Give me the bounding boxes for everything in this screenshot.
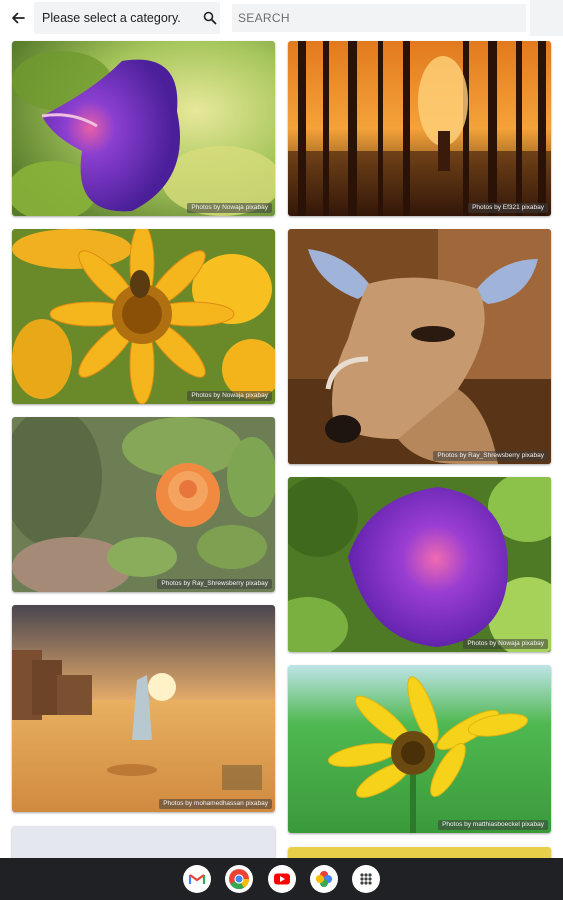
search-input[interactable] (232, 4, 526, 32)
photo-card[interactable]: Photos by Nowaja pixabay (12, 41, 275, 216)
back-arrow-icon[interactable] (8, 8, 28, 28)
photo-credit: Photos by mohamedhassan pixabay (159, 799, 272, 809)
gmail-icon[interactable] (183, 865, 211, 893)
morning-glory-image (12, 41, 275, 216)
category-label: Please select a category. (42, 11, 181, 25)
photo-card[interactable]: Photos by Ray_Shrewsberry pixabay (12, 417, 275, 592)
photo-credit: Photos by Ray_Shrewsberry pixabay (157, 579, 272, 589)
daisy-bee-image (12, 229, 275, 404)
corner-panel (530, 0, 563, 36)
sunflower-image (288, 665, 551, 833)
desert-image (12, 605, 275, 812)
photo-credit: Photos by Nowaja pixabay (187, 203, 272, 213)
photo-card[interactable]: Photos by Nowaja pixabay (288, 477, 551, 652)
category-selector[interactable]: Please select a category. (34, 2, 220, 34)
photo-card[interactable]: Photos by mohamedhassan pixabay (12, 605, 275, 812)
morning-glory-image (288, 477, 551, 652)
photo-card[interactable]: Photos by Ef321 pixabay (288, 41, 551, 216)
youtube-icon[interactable] (268, 865, 296, 893)
photo-card[interactable]: Photos by Ray_Shrewsberry pixabay (288, 229, 551, 464)
app-launcher-icon[interactable] (352, 865, 380, 893)
photo-credit: Photos by matthiasboeckel pixabay (438, 820, 548, 830)
forest-sunset-image (288, 41, 551, 216)
photo-card[interactable]: Photos by Nowaja pixabay (12, 229, 275, 404)
photos-icon[interactable] (310, 865, 338, 893)
photo-card[interactable]: Photos by matthiasboeckel pixabay (288, 665, 551, 833)
photo-credit: Photos by Nowaja pixabay (187, 391, 272, 401)
chrome-icon[interactable] (225, 865, 253, 893)
search-icon[interactable] (202, 10, 218, 26)
orange-rose-image (12, 417, 275, 592)
top-bar: Please select a category. (0, 0, 563, 36)
photo-credit: Photos by Ef321 pixabay (468, 203, 548, 213)
photo-credit: Photos by Nowaja pixabay (463, 639, 548, 649)
deer-image (288, 229, 551, 464)
photo-credit: Photos by Ray_Shrewsberry pixabay (433, 451, 548, 461)
taskbar (0, 858, 563, 900)
